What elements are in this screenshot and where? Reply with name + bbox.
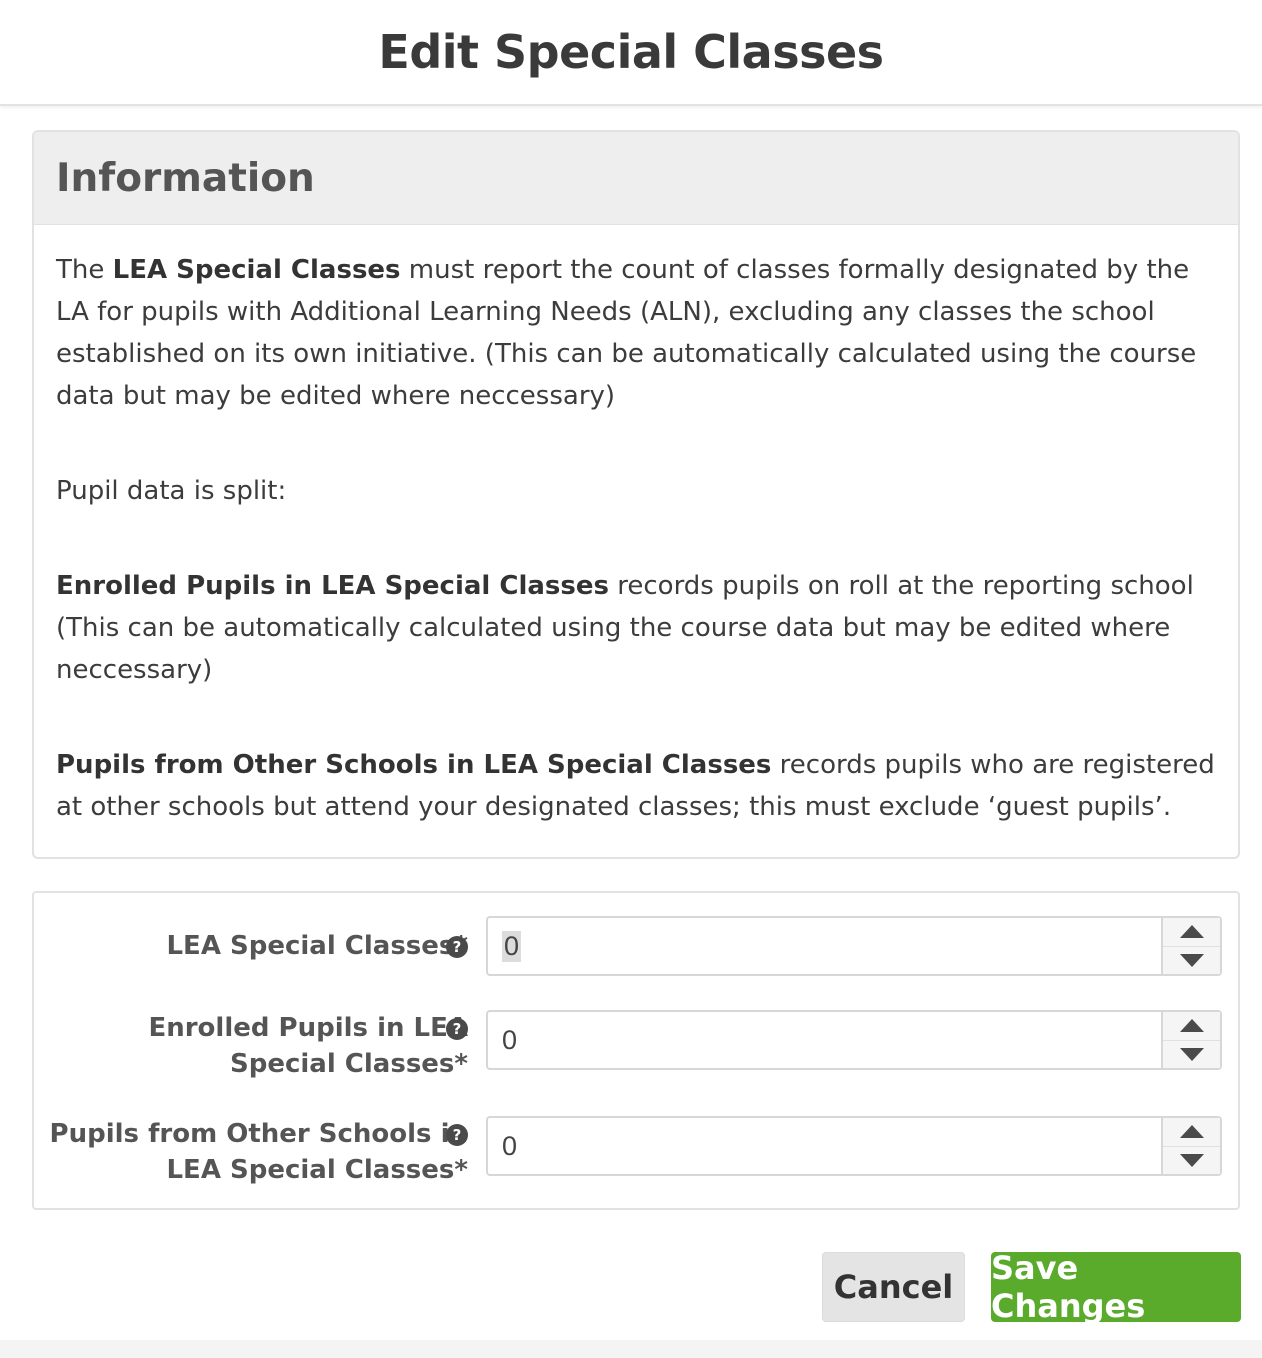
spinner-divider bbox=[1163, 1040, 1220, 1041]
form-row-enrolled-pupils: Enrolled Pupils in LEA Special Classes* … bbox=[34, 1010, 1238, 1082]
other-schools-label: Pupils from Other Schools in LEA Special… bbox=[48, 1116, 468, 1188]
enrolled-pupils-input[interactable]: 0 bbox=[486, 1010, 1222, 1070]
information-panel-heading: Information bbox=[34, 132, 1238, 225]
info-text: The bbox=[56, 255, 113, 285]
other-schools-value[interactable]: 0 bbox=[488, 1118, 1161, 1174]
spin-down-icon[interactable] bbox=[1179, 1048, 1204, 1061]
lea-special-classes-input[interactable]: 0 bbox=[486, 916, 1222, 976]
enrolled-pupils-spinner[interactable] bbox=[1161, 1012, 1220, 1068]
spin-up-icon[interactable] bbox=[1179, 925, 1204, 938]
edit-special-classes-modal: Edit Special Classes Information The LEA… bbox=[0, 0, 1262, 1340]
spinner-divider bbox=[1163, 1146, 1220, 1147]
modal-title: Edit Special Classes bbox=[378, 25, 884, 79]
lea-special-classes-value-text: 0 bbox=[502, 930, 522, 962]
save-changes-button[interactable]: Save Changes bbox=[991, 1249, 1241, 1325]
enrolled-pupils-label: Enrolled Pupils in LEA Special Classes* bbox=[48, 1010, 468, 1082]
information-body: The LEA Special Classes must report the … bbox=[34, 225, 1238, 828]
info-paragraph-enrolled: Enrolled Pupils in LEA Special Classes r… bbox=[56, 565, 1218, 691]
information-panel: Information The LEA Special Classes must… bbox=[32, 130, 1240, 859]
enrolled-pupils-label-line1: Enrolled Pupils in LEA bbox=[148, 1013, 468, 1043]
spin-down-icon[interactable] bbox=[1179, 954, 1204, 967]
lea-special-classes-label: LEA Special Classes* bbox=[166, 931, 468, 961]
spinner-divider bbox=[1163, 946, 1220, 947]
other-schools-input[interactable]: 0 bbox=[486, 1116, 1222, 1176]
special-classes-form: LEA Special Classes* ? 0 Enrolled Pupils… bbox=[32, 891, 1240, 1210]
enrolled-pupils-value[interactable]: 0 bbox=[488, 1012, 1161, 1068]
question-circle-icon[interactable]: ? bbox=[446, 1124, 468, 1146]
lea-special-classes-value[interactable]: 0 bbox=[488, 918, 1161, 974]
info-paragraph-lea-classes: The LEA Special Classes must report the … bbox=[56, 249, 1218, 417]
info-term-other-schools: Pupils from Other Schools in LEA Special… bbox=[56, 750, 772, 780]
spin-up-icon[interactable] bbox=[1179, 1019, 1204, 1032]
info-term-lea-special-classes: LEA Special Classes bbox=[112, 255, 401, 285]
info-term-enrolled-pupils: Enrolled Pupils in LEA Special Classes bbox=[56, 571, 609, 601]
spin-down-icon[interactable] bbox=[1179, 1154, 1204, 1167]
question-circle-icon[interactable]: ? bbox=[446, 1018, 468, 1040]
enrolled-pupils-label-line2: Special Classes* bbox=[230, 1049, 468, 1079]
other-schools-spinner[interactable] bbox=[1161, 1118, 1220, 1174]
spin-up-icon[interactable] bbox=[1179, 1125, 1204, 1138]
info-paragraph-split: Pupil data is split: bbox=[56, 476, 287, 506]
modal-header: Edit Special Classes bbox=[0, 0, 1262, 106]
information-title: Information bbox=[56, 155, 315, 201]
info-paragraph-other-schools: Pupils from Other Schools in LEA Special… bbox=[56, 744, 1218, 828]
question-circle-icon[interactable]: ? bbox=[446, 936, 468, 958]
other-schools-label-line1: Pupils from Other Schools in bbox=[49, 1119, 468, 1149]
other-schools-label-line2: LEA Special Classes* bbox=[166, 1155, 468, 1185]
form-row-other-schools: Pupils from Other Schools in LEA Special… bbox=[34, 1116, 1238, 1188]
lea-special-classes-spinner[interactable] bbox=[1161, 918, 1220, 974]
cancel-button[interactable]: Cancel bbox=[822, 1252, 965, 1322]
form-row-lea-special-classes: LEA Special Classes* ? 0 bbox=[34, 916, 1238, 976]
